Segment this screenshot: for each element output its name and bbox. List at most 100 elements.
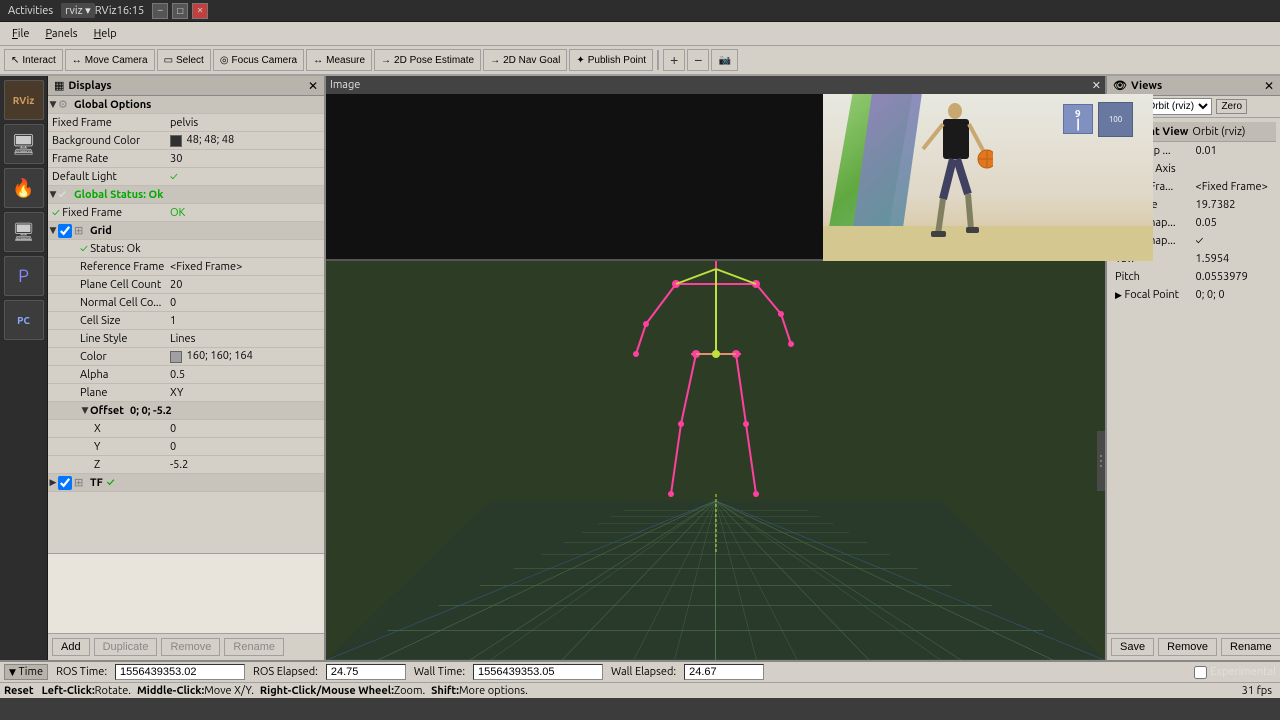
displays-scroll-area[interactable]: ▼ ⚙ Global Options Fixed Frame pelvis Ba… [48, 96, 324, 553]
taskbar-app4[interactable]: P [4, 256, 44, 296]
add-button[interactable]: Add [52, 638, 90, 656]
rename-button[interactable]: Rename [224, 638, 284, 656]
toolbar-minus-btn[interactable]: − [687, 49, 709, 71]
views-rename-button[interactable]: Rename [1221, 638, 1280, 656]
focal-point-expand[interactable]: ▶ [1115, 290, 1122, 300]
line-style-value[interactable]: Lines [168, 333, 324, 345]
image-panel-header: Image ✕ [326, 76, 1105, 94]
menu-help[interactable]: Help [86, 26, 125, 42]
alpha-value[interactable]: 0.5 [168, 369, 324, 381]
ros-elapsed-input[interactable] [326, 664, 406, 680]
window-controls[interactable]: ─ □ ✕ [152, 3, 208, 19]
pitch-row: Pitch 0.0553979 [1111, 268, 1276, 286]
time-section-header: ▼ Time [4, 664, 48, 680]
move-camera-button[interactable]: ↔ Move Camera [65, 49, 155, 71]
rviz-indicator[interactable]: rviz ▾ [61, 3, 95, 18]
views-save-button[interactable]: Save [1111, 638, 1154, 656]
nav-goal-button[interactable]: → 2D Nav Goal [483, 49, 567, 71]
reference-frame-value[interactable]: <Fixed Frame> [168, 261, 324, 273]
displays-panel: ▦ Displays ✕ ▼ ⚙ Global Options Fixed Fr… [48, 76, 326, 660]
color-value[interactable]: 160; 160; 164 [168, 350, 324, 362]
image-panel-title: Image [330, 79, 360, 91]
activities-button[interactable]: Activities [8, 5, 53, 17]
offset-z-label: Z [48, 459, 168, 471]
menu-panels[interactable]: Panels [37, 26, 85, 42]
taskbar-rviz[interactable]: RViz [4, 80, 44, 120]
remove-button[interactable]: Remove [161, 638, 220, 656]
experimental-checkbox[interactable] [1194, 666, 1207, 679]
offset-section[interactable]: ▼ Offset 0; 0; -5.2 [48, 402, 324, 420]
interact-icon: ↖ [11, 55, 19, 66]
views-close-button[interactable]: ✕ [1264, 79, 1274, 93]
focus-camera-button[interactable]: ◎ Focus Camera [213, 49, 304, 71]
window-maximize[interactable]: □ [172, 3, 188, 19]
publish-point-icon: ✦ [576, 55, 584, 66]
global-options-section[interactable]: ▼ ⚙ Global Options [48, 96, 324, 114]
tf-checkbox[interactable] [58, 476, 72, 490]
window-minimize[interactable]: ─ [152, 3, 168, 19]
toolbar-camera-btn[interactable]: 📷 [711, 49, 737, 71]
ros-time-input[interactable] [115, 664, 245, 680]
taskbar-app5[interactable]: PC [4, 300, 44, 340]
offset-x-value[interactable]: 0 [168, 423, 324, 435]
normal-cell-row: Normal Cell Co... 0 [48, 294, 324, 312]
toolbar-plus-btn[interactable]: + [663, 49, 685, 71]
global-status-section[interactable]: ▼ ✓ Global Status: Ok [48, 186, 324, 204]
fixed-frame-value[interactable]: pelvis [168, 117, 324, 129]
views-remove-button[interactable]: Remove [1158, 638, 1217, 656]
taskbar-app3[interactable]: 🖥 [4, 212, 44, 252]
color-label: Color [48, 351, 168, 363]
fps-display: 31 fps [1242, 685, 1276, 697]
interact-button[interactable]: ↖ Interact [4, 49, 63, 71]
taskbar-app2[interactable]: 🔥 [4, 168, 44, 208]
default-light-value[interactable]: ✓ [168, 171, 324, 183]
experimental-check[interactable]: Experimental [1194, 666, 1276, 679]
3d-viewport[interactable] [326, 261, 1105, 660]
measure-button[interactable]: ↔ Measure [306, 49, 372, 71]
offset-z-value[interactable]: -5.2 [168, 459, 324, 471]
image-panel-close[interactable]: ✕ [1092, 79, 1101, 92]
time-display: 16:15 [117, 5, 145, 17]
select-icon: ▭ [164, 55, 173, 66]
window-close[interactable]: ✕ [192, 3, 208, 19]
tf-icon: ⊞ [74, 476, 88, 489]
frame-rate-label: Frame Rate [48, 153, 168, 165]
topbar-title: RViz [95, 5, 117, 17]
tf-check: ✓ [107, 477, 115, 489]
focal-point-row: ▶ Focal Point 0; 0; 0 [1111, 286, 1276, 304]
plane-cell-count-value[interactable]: 20 [168, 279, 324, 291]
offset-x-label: X [48, 423, 168, 435]
reset-button[interactable]: Reset [4, 685, 34, 697]
views-zero-button[interactable]: Zero [1216, 99, 1247, 114]
views-panel-header: 👁 Views ✕ [1107, 76, 1280, 96]
select-button[interactable]: ▭ Select [157, 49, 211, 71]
background-color-value[interactable]: 48; 48; 48 [168, 134, 324, 146]
normal-cell-value[interactable]: 0 [168, 297, 324, 309]
line-style-label: Line Style [48, 333, 168, 345]
taskbar-app1[interactable]: 🖥 [4, 124, 44, 164]
image-content: 9┃ 100 [823, 94, 1153, 261]
cell-size-value[interactable]: 1 [168, 315, 324, 327]
plane-value[interactable]: XY [168, 387, 324, 399]
focal-shape1-value: 0.05 [1196, 217, 1277, 229]
views-panel-title: 👁 Views [1113, 79, 1162, 92]
camera-icon: 📷 [718, 55, 730, 66]
displays-close-button[interactable]: ✕ [308, 79, 318, 93]
duplicate-button[interactable]: Duplicate [94, 638, 158, 656]
frame-rate-value[interactable]: 30 [168, 153, 324, 165]
grid-section[interactable]: ▼ ⊞ Grid [48, 222, 324, 240]
wall-elapsed-input[interactable] [684, 664, 764, 680]
displays-icon: ▦ [54, 79, 64, 92]
wall-time-input[interactable] [473, 664, 603, 680]
tf-section[interactable]: ▶ ⊞ TF ✓ [48, 474, 324, 492]
pose-estimate-button[interactable]: → 2D Pose Estimate [374, 49, 481, 71]
handle-dot [1100, 455, 1102, 457]
displays-panel-header: ▦ Displays ✕ [48, 76, 324, 96]
viewport-resize-handle[interactable] [1097, 431, 1105, 491]
grid-checkbox[interactable] [58, 224, 72, 238]
middle-click-label: Middle-Click: [137, 685, 204, 697]
offset-y-value[interactable]: 0 [168, 441, 324, 453]
publish-point-button[interactable]: ✦ Publish Point [569, 49, 653, 71]
ros-elapsed-label: ROS Elapsed: [253, 666, 318, 678]
menu-file[interactable]: File [4, 26, 37, 42]
